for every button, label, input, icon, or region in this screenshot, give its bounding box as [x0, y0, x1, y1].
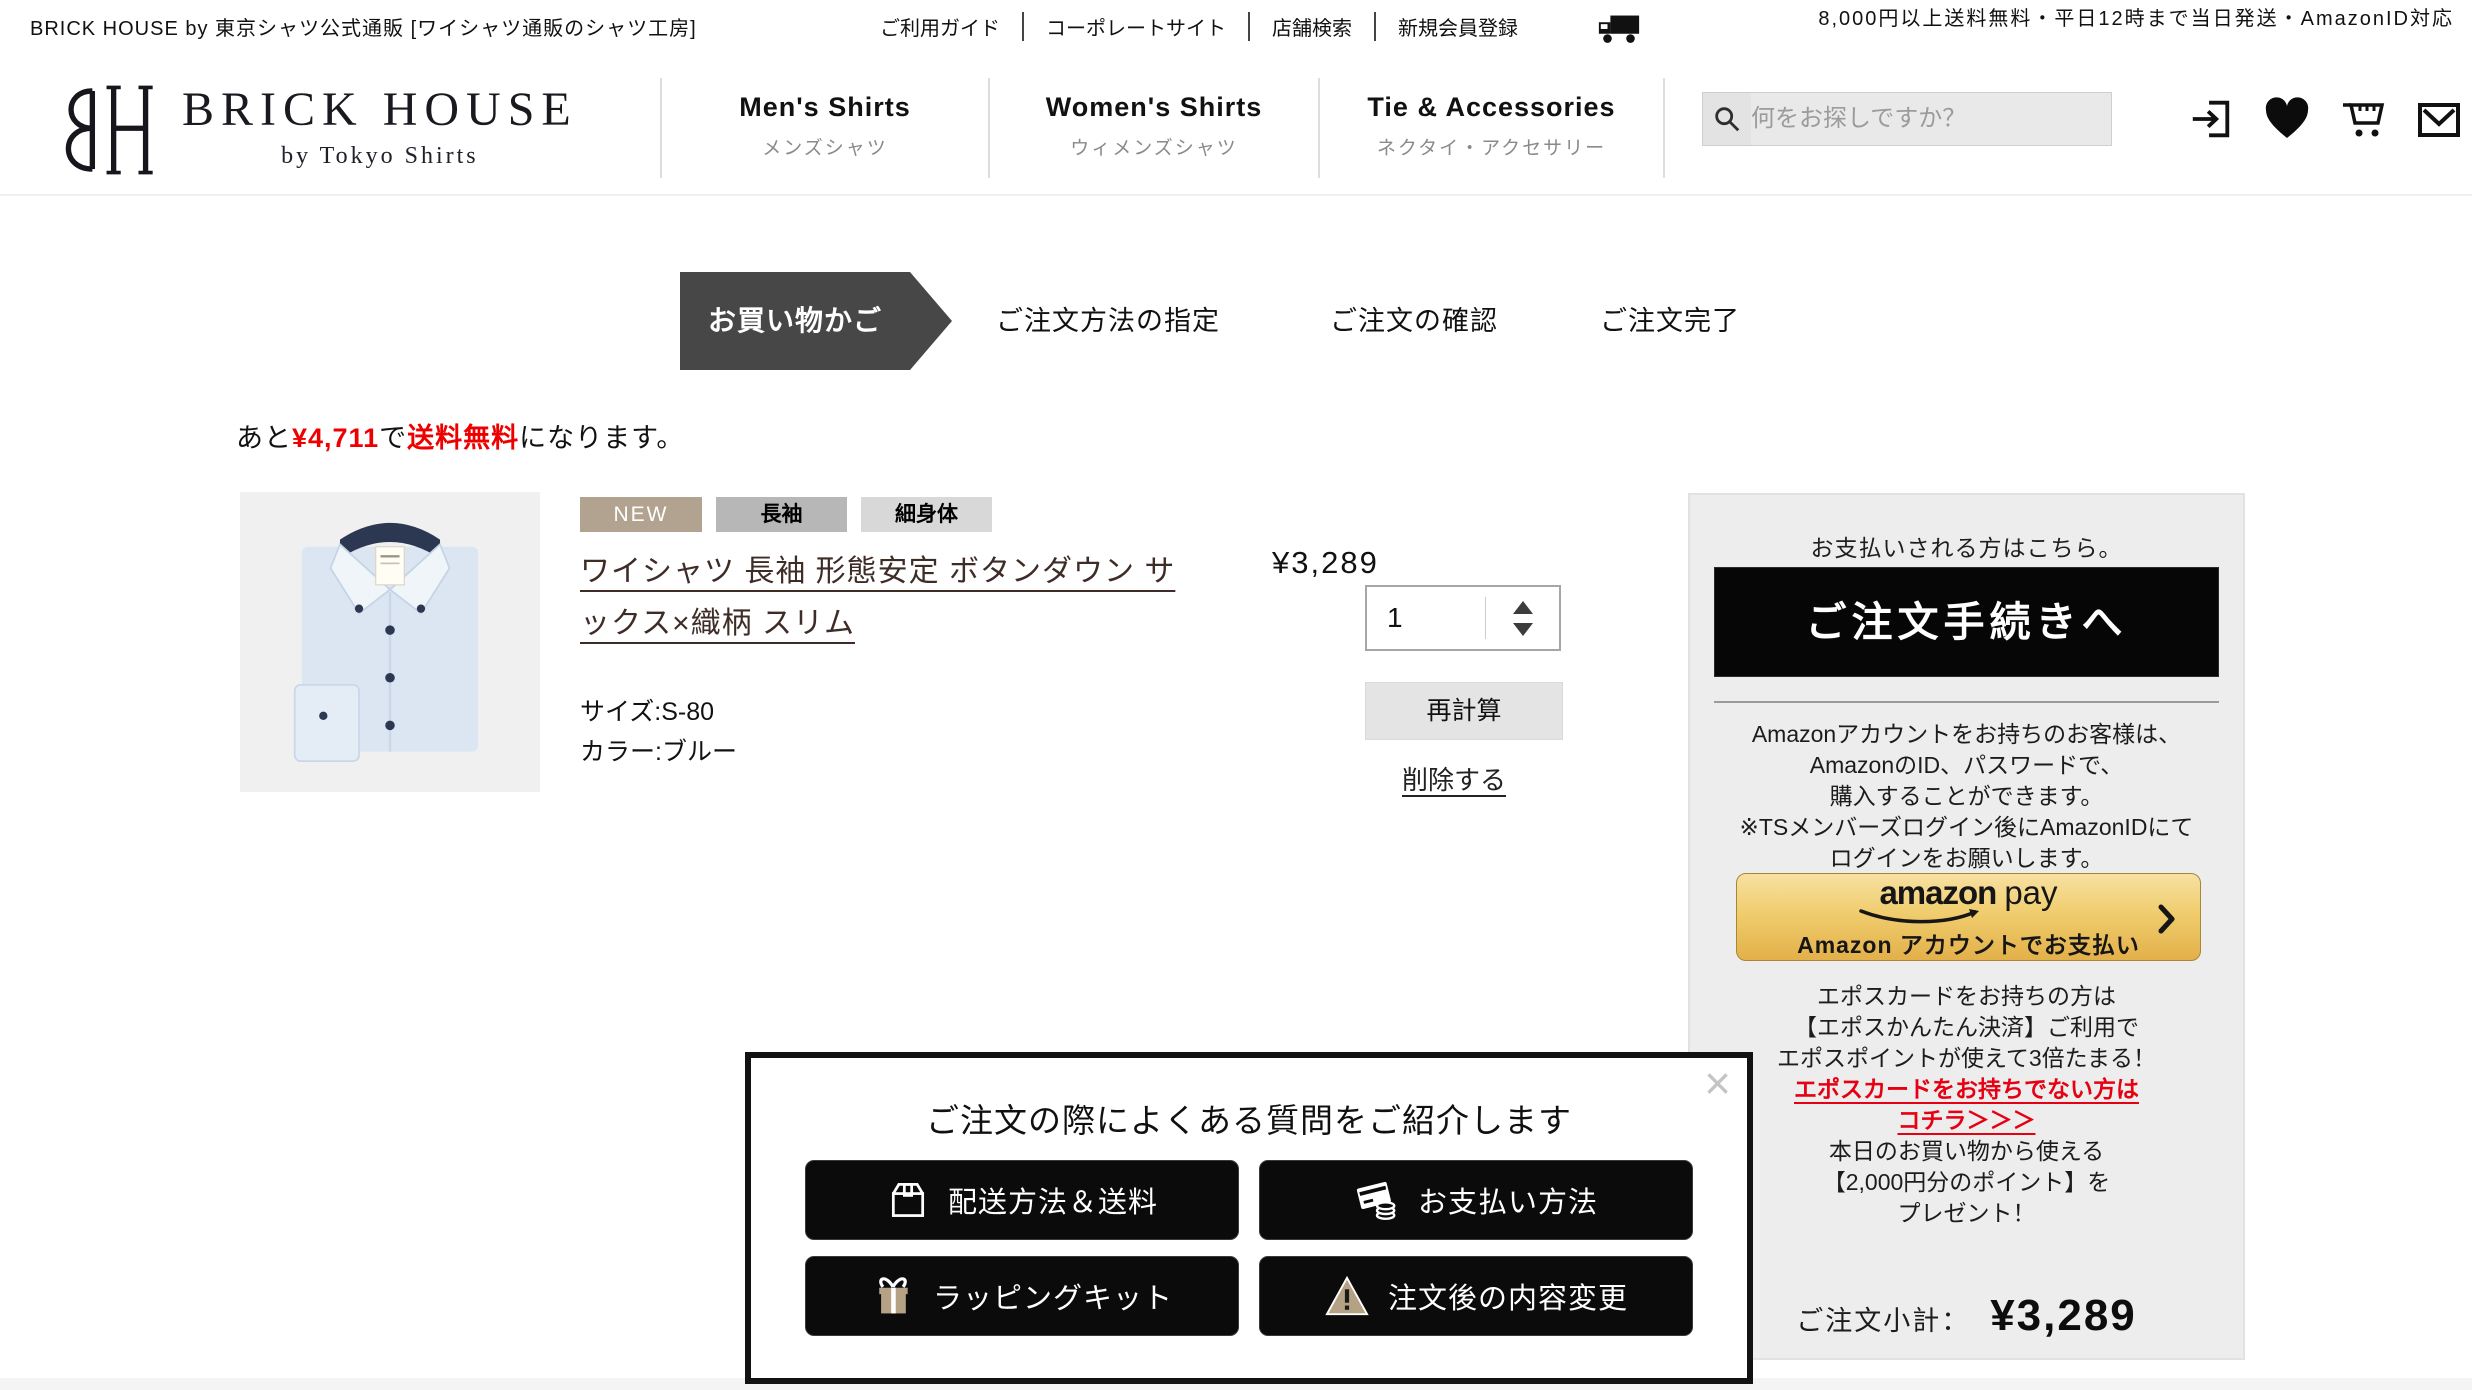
package-icon — [886, 1177, 930, 1223]
product-color: カラー:ブルー — [580, 732, 737, 772]
header-icons — [2186, 94, 2464, 144]
faq-shipping-button[interactable]: 配送方法＆送料 — [805, 1160, 1239, 1240]
faq-buttons: 配送方法＆送料 お支払い方法 — [805, 1160, 1693, 1336]
site-tagline: BRICK HOUSE by 東京シャツ公式通販 [ワイシャツ通販のシャツ工房] — [30, 12, 697, 41]
step-cart-active: お買い物かご — [680, 272, 952, 370]
quantity-input[interactable] — [1367, 587, 1485, 649]
warning-icon — [1324, 1274, 1370, 1318]
quantity-up-button[interactable] — [1513, 601, 1533, 614]
product-size: サイズ:S-80 — [580, 692, 737, 732]
primary-nav: Men's Shirts メンズシャツ Women's Shirts ウィメンズ… — [660, 78, 1665, 178]
amazon-pay-button[interactable]: amazon pay Amazon アカウントでお支払い — [1736, 873, 2201, 961]
chevron-right-icon — [2158, 904, 2176, 934]
proceed-checkout-button[interactable]: ご注文手続きへ — [1714, 567, 2219, 677]
bh-monogram-icon — [48, 82, 158, 183]
checkout-steps: お買い物かご ご注文方法の指定 ご注文の確認 ご注文完了 — [0, 272, 2472, 370]
truck-icon — [1596, 10, 1642, 51]
quantity-stepper — [1365, 585, 1561, 651]
wishlist-heart-icon[interactable] — [2262, 94, 2312, 144]
top-utility-bar: BRICK HOUSE by 東京シャツ公式通販 [ワイシャツ通販のシャツ工房]… — [0, 0, 2472, 64]
gift-icon — [871, 1272, 915, 1320]
tag-slim-fit: 細身体 — [861, 497, 992, 532]
quantity-down-button[interactable] — [1513, 623, 1533, 636]
shipping-amount: ¥4,711 — [292, 423, 379, 453]
amazon-smile-icon — [1857, 908, 1985, 924]
epos-promo: エポスカードをお持ちの方は 【エポスかんたん決済】ご利用で エポスポイントが使え… — [1690, 981, 2243, 1229]
panel-heading: お支払いされる方はこちら。 — [1690, 529, 2243, 563]
payment-card-icon — [1354, 1177, 1400, 1223]
product-options: サイズ:S-80 カラー:ブルー — [580, 692, 737, 772]
mail-icon[interactable] — [2414, 94, 2464, 144]
step-shipping: ご注文方法の指定 — [996, 272, 1220, 370]
free-shipping-note: あと¥4,711で送料無料になります。 — [236, 416, 684, 455]
nav-womens-shirts[interactable]: Women's Shirts ウィメンズシャツ — [990, 78, 1320, 178]
logo-text: BRICK HOUSE by Tokyo Shirts — [182, 82, 578, 170]
product-image[interactable] — [240, 492, 540, 792]
utility-links: ご利用ガイド コーポレートサイト 店舗検索 新規会員登録 — [858, 12, 1540, 41]
subtotal-value: ¥3,289 — [1990, 1291, 2137, 1341]
link-signup[interactable]: 新規会員登録 — [1374, 12, 1540, 41]
product-price: ¥3,289 — [1272, 545, 1379, 581]
logo-sub-text: by Tokyo Shirts — [182, 143, 578, 170]
faq-modal-title: ご注文の際によくある質問をご紹介します — [751, 1094, 1747, 1142]
faq-modal: × ご注文の際によくある質問をご紹介します 配送方法＆送料 — [745, 1052, 1753, 1384]
cart-page: BRICK HOUSE by 東京シャツ公式通販 [ワイシャツ通販のシャツ工房]… — [0, 0, 2472, 1390]
search-box — [1702, 92, 2112, 146]
link-corporate[interactable]: コーポレートサイト — [1022, 12, 1248, 41]
product-tags: NEW 長袖 細身体 — [580, 497, 992, 532]
faq-change-order-button[interactable]: 注文後の内容変更 — [1259, 1256, 1693, 1336]
logo-main-text: BRICK HOUSE — [182, 82, 578, 137]
faq-payment-button[interactable]: お支払い方法 — [1259, 1160, 1693, 1240]
nav-mens-shirts[interactable]: Men's Shirts メンズシャツ — [660, 78, 990, 178]
link-guide[interactable]: ご利用ガイド — [858, 12, 1022, 41]
shirt-illustration — [268, 511, 512, 773]
checkout-panel: お支払いされる方はこちら。 ご注文手続きへ Amazonアカウントをお持ちのお客… — [1688, 493, 2245, 1360]
link-stores[interactable]: 店舗検索 — [1248, 12, 1374, 41]
tag-long-sleeve: 長袖 — [716, 497, 847, 532]
product-title-link[interactable]: ワイシャツ 長袖 形態安定 ボタンダウン サックス×織柄 スリム — [580, 546, 1192, 650]
amazon-account-info: Amazonアカウントをお持ちのお客様は、 AmazonのID、パスワードで、 … — [1690, 719, 2243, 874]
nav-tie-accessories[interactable]: Tie & Accessories ネクタイ・アクセサリー — [1320, 78, 1665, 178]
search-input[interactable] — [1751, 105, 2111, 133]
panel-divider — [1714, 701, 2219, 703]
subtotal-label: ご注文小計： — [1796, 1299, 1970, 1338]
step-complete: ご注文完了 — [1600, 272, 1740, 370]
recalculate-button[interactable]: 再計算 — [1365, 682, 1563, 740]
order-subtotal: ご注文小計： ¥3,289 — [1690, 1291, 2243, 1341]
search-icon — [1703, 93, 1751, 145]
amazon-pay-logo: amazon pay — [1879, 874, 2057, 912]
delete-item-link[interactable]: 削除する — [1402, 760, 1506, 797]
step-confirm: ご注文の確認 — [1330, 272, 1498, 370]
shipping-highlight: 送料無料 — [407, 423, 519, 453]
main-header: BRICK HOUSE by Tokyo Shirts Men's Shirts… — [0, 64, 2472, 196]
brand-logo[interactable]: BRICK HOUSE by Tokyo Shirts — [48, 82, 578, 183]
cart-icon[interactable] — [2338, 94, 2388, 144]
tag-new: NEW — [580, 497, 702, 532]
shipping-promo: 8,000円以上送料無料・平日12時まで当日発送・AmazonID対応 — [1754, 6, 2454, 33]
epos-card-link[interactable]: エポスカードをお持ちでない方は コチラ＞＞＞ — [1690, 1074, 2243, 1136]
login-icon[interactable] — [2186, 94, 2236, 144]
faq-wrapping-button[interactable]: ラッピングキット — [805, 1256, 1239, 1336]
